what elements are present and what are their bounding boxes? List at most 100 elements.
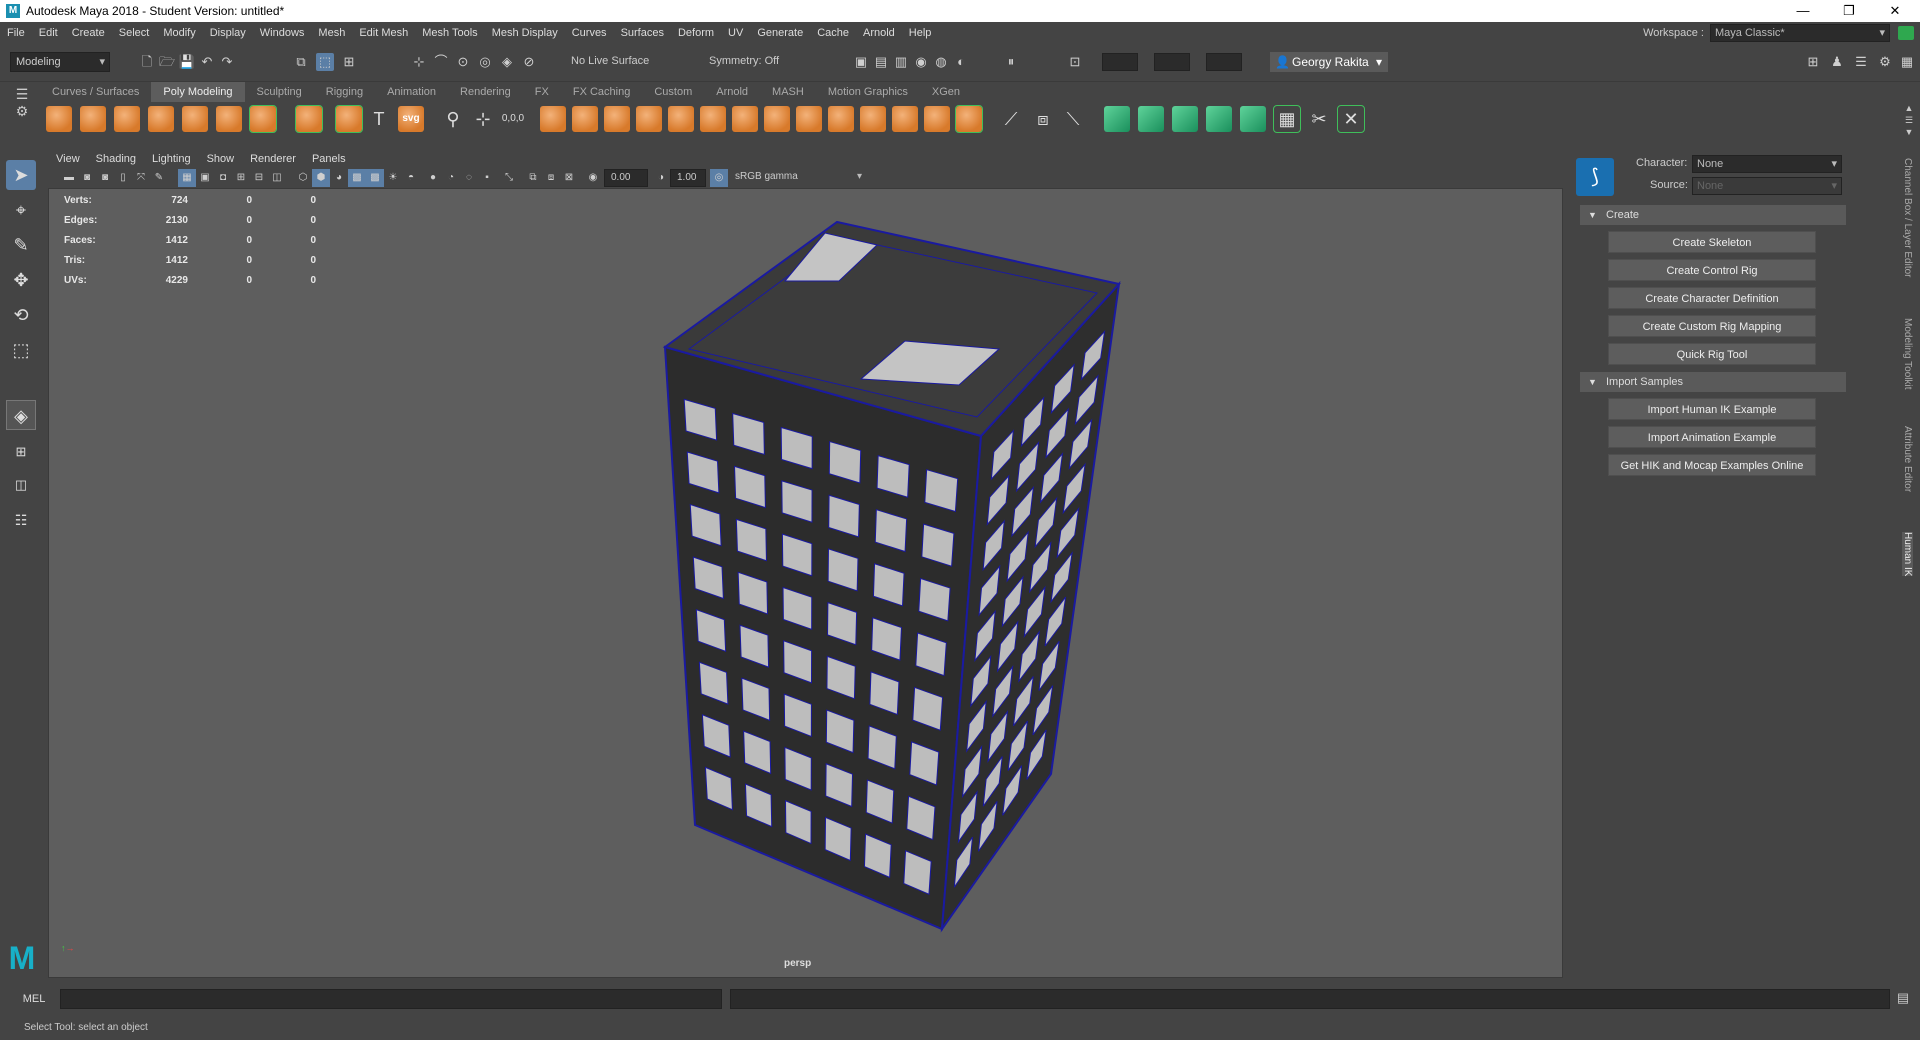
view-transform-dropdown[interactable]: sRGB gamma ▾	[730, 168, 866, 188]
poly-cube-icon[interactable]	[80, 106, 106, 132]
restore-button[interactable]: ❐	[1826, 0, 1872, 22]
shadows-icon[interactable]: ◓	[402, 169, 420, 187]
extrude-icon[interactable]	[732, 106, 758, 132]
default-material-icon[interactable]: ◕	[330, 169, 348, 187]
import-animation-example-button[interactable]: Import Animation Example	[1608, 426, 1816, 448]
panel-menu-lighting[interactable]: Lighting	[144, 150, 199, 168]
menu-edit[interactable]: Edit	[32, 27, 65, 39]
anti-aliasing-icon[interactable]: ◌	[460, 169, 478, 187]
smooth-icon[interactable]	[540, 106, 566, 132]
motion-blur-icon[interactable]: ◔	[442, 169, 460, 187]
menu-arnold[interactable]: Arnold	[856, 27, 902, 39]
textured-icon[interactable]: ▩	[366, 169, 384, 187]
slide-edge-icon[interactable]: ⟋	[998, 106, 1024, 132]
render-frame-icon[interactable]: ▤	[872, 53, 890, 71]
menu-curves[interactable]: Curves	[565, 27, 614, 39]
boolean-icon[interactable]	[572, 106, 598, 132]
safe-action-icon[interactable]: ◫	[268, 169, 286, 187]
camera-attributes-icon[interactable]: ◙	[78, 169, 96, 187]
menu-windows[interactable]: Windows	[253, 27, 312, 39]
rotate-tool-icon[interactable]: ⟲	[6, 300, 36, 330]
tab-fx[interactable]: FX	[523, 82, 561, 102]
xray-joints-icon[interactable]: ⧈	[542, 169, 560, 187]
character-controls-icon[interactable]: ♟	[1828, 53, 1846, 71]
image-plane-icon[interactable]: ▯	[114, 169, 132, 187]
target-weld-icon[interactable]	[924, 106, 950, 132]
menu-create[interactable]: Create	[65, 27, 112, 39]
attribute-editor-icon[interactable]: ☰	[1852, 53, 1870, 71]
perspective-viewport[interactable]: ↑→	[48, 188, 1563, 978]
undo-icon[interactable]: ↶	[198, 53, 216, 71]
extract-icon[interactable]	[636, 106, 662, 132]
arnold-render-icon[interactable]: ◐	[952, 53, 970, 71]
menu-edit-mesh[interactable]: Edit Mesh	[352, 27, 415, 39]
menu-select[interactable]: Select	[112, 27, 157, 39]
workspace-dropdown[interactable]: Maya Classic*	[1710, 24, 1890, 42]
use-all-lights-icon[interactable]: ☀	[384, 169, 402, 187]
ambient-occlusion-icon[interactable]: ●	[424, 169, 442, 187]
platonic-solid-icon[interactable]	[295, 105, 323, 133]
grid-icon[interactable]: ▦	[178, 169, 196, 187]
tab-channel-box[interactable]: Channel Box / Layer Editor	[1902, 158, 1913, 278]
append-icon[interactable]	[796, 106, 822, 132]
four-view-layout-icon[interactable]: ⊞	[6, 437, 36, 467]
shelf-scroll-icon[interactable]: ▲ ☰ ▼	[1902, 102, 1916, 138]
tab-rendering[interactable]: Rendering	[448, 82, 523, 102]
color-management-icon[interactable]: ◎	[710, 169, 728, 187]
poly-cylinder-icon[interactable]	[114, 106, 140, 132]
redo-icon[interactable]: ↷	[218, 53, 236, 71]
snap-grid-icon[interactable]: ⊹	[410, 53, 428, 71]
multi-cut-icon[interactable]	[828, 106, 854, 132]
live-surface-field[interactable]: No Live Surface	[566, 52, 662, 72]
pause-icon[interactable]: ⏸	[1002, 53, 1020, 71]
render-view-icon[interactable]: ▣	[852, 53, 870, 71]
bookmark-icon[interactable]: ◙	[96, 169, 114, 187]
tab-curves-surfaces[interactable]: Curves / Surfaces	[40, 82, 151, 102]
two-view-layout-icon[interactable]: ◫	[6, 470, 36, 500]
character-dropdown[interactable]: None ▾	[1692, 155, 1842, 173]
gate-mask-icon[interactable]: ⊞	[232, 169, 250, 187]
ipr-render-icon[interactable]: ▥	[892, 53, 910, 71]
tab-animation[interactable]: Animation	[375, 82, 448, 102]
poly-torus-icon[interactable]	[182, 106, 208, 132]
menu-uv[interactable]: UV	[721, 27, 750, 39]
field-chart-icon[interactable]: ⊟	[250, 169, 268, 187]
menu-help[interactable]: Help	[902, 27, 939, 39]
create-character-definition-button[interactable]: Create Character Definition	[1608, 287, 1816, 309]
import-samples-section-header[interactable]: Import Samples	[1580, 372, 1846, 392]
create-control-rig-button[interactable]: Create Control Rig	[1608, 259, 1816, 281]
menu-display[interactable]: Display	[203, 27, 253, 39]
create-section-header[interactable]: Create	[1580, 205, 1846, 225]
super-shape-icon[interactable]	[335, 105, 363, 133]
z-input[interactable]	[1206, 53, 1242, 71]
source-dropdown[interactable]: None ▾	[1692, 177, 1842, 195]
close-button[interactable]: ✕	[1872, 0, 1918, 22]
menu-deform[interactable]: Deform	[671, 27, 721, 39]
automatic-mapping-icon[interactable]	[1206, 106, 1232, 132]
checker-icon[interactable]: ▦	[1273, 105, 1301, 133]
modeling-toolkit-icon[interactable]: ⊞	[1804, 53, 1822, 71]
save-scene-icon[interactable]: 💾	[178, 53, 196, 71]
create-skeleton-button[interactable]: Create Skeleton	[1608, 231, 1816, 253]
poly-plane-icon[interactable]	[216, 106, 242, 132]
wireframe-icon[interactable]: ⬡	[294, 169, 312, 187]
uv-editor-icon[interactable]	[1240, 106, 1266, 132]
minimize-button[interactable]: —	[1780, 0, 1826, 22]
tab-attribute-editor[interactable]: Attribute Editor	[1902, 426, 1913, 492]
script-editor-icon[interactable]: ▤	[1894, 990, 1912, 1008]
cylindrical-mapping-icon[interactable]	[1138, 106, 1164, 132]
hypershade-icon[interactable]: ◍	[932, 53, 950, 71]
paint-select-icon[interactable]: ✎	[6, 230, 36, 260]
x-input[interactable]	[1102, 53, 1138, 71]
wireframe-on-shaded-icon[interactable]: ▩	[348, 169, 366, 187]
channel-box-icon[interactable]: ▦	[1898, 53, 1916, 71]
building-model[interactable]	[49, 189, 1563, 978]
snap-edge-icon[interactable]: ⊘	[520, 53, 538, 71]
spherical-mapping-icon[interactable]	[1172, 106, 1198, 132]
select-hierarchy-icon[interactable]: ⧉	[292, 53, 310, 71]
script-language-toggle[interactable]: MEL	[10, 990, 58, 1008]
tab-xgen[interactable]: XGen	[920, 82, 972, 102]
exposure-input[interactable]: 0.00	[604, 169, 648, 187]
tab-fx-caching[interactable]: FX Caching	[561, 82, 642, 102]
two-d-pan-icon[interactable]: ⤧	[132, 169, 150, 187]
